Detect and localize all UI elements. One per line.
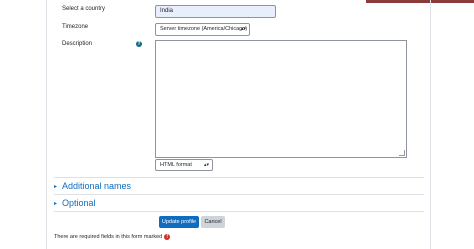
description-textarea[interactable] — [155, 40, 407, 158]
text-format-value: HTML format — [160, 162, 192, 168]
resize-grip-icon[interactable] — [399, 150, 405, 156]
section-divider — [54, 194, 424, 195]
description-label: Description — [62, 41, 93, 47]
section-optional[interactable]: ▸ Optional — [54, 196, 96, 210]
country-input[interactable]: India — [155, 5, 276, 18]
section-title[interactable]: Additional names — [62, 181, 131, 191]
timezone-select-value: Server timezone (America/Chicago) — [160, 26, 248, 32]
top-accent-bar — [366, 0, 474, 3]
section-divider — [54, 211, 424, 212]
sort-caret-icon: ▴▾ — [240, 26, 246, 32]
cancel-button[interactable]: Cancel — [201, 216, 225, 228]
text-format-select[interactable]: HTML format ▴▾ — [155, 159, 213, 171]
chevron-right-icon: ▸ — [54, 183, 58, 190]
timezone-label: Timezone — [62, 24, 89, 30]
chevron-right-icon: ▸ — [54, 200, 58, 207]
section-divider — [54, 177, 424, 178]
exclamation-circle-icon: ! — [164, 234, 171, 240]
country-label: Select a country — [62, 6, 106, 12]
sort-caret-icon: ▴▾ — [203, 162, 209, 168]
question-circle-icon[interactable]: ? — [136, 41, 142, 47]
content-right-border — [430, 0, 431, 249]
update-profile-button[interactable]: Update profile — [159, 216, 199, 228]
content-left-border — [46, 0, 47, 249]
section-additional-names[interactable]: ▸ Additional names — [54, 179, 131, 193]
timezone-select[interactable]: Server timezone (America/Chicago) ▴▾ — [155, 23, 250, 36]
required-fields-text: There are required fields in this form m… — [54, 234, 163, 240]
required-fields-note: There are required fields in this form m… — [54, 234, 171, 240]
section-title[interactable]: Optional — [62, 198, 96, 208]
